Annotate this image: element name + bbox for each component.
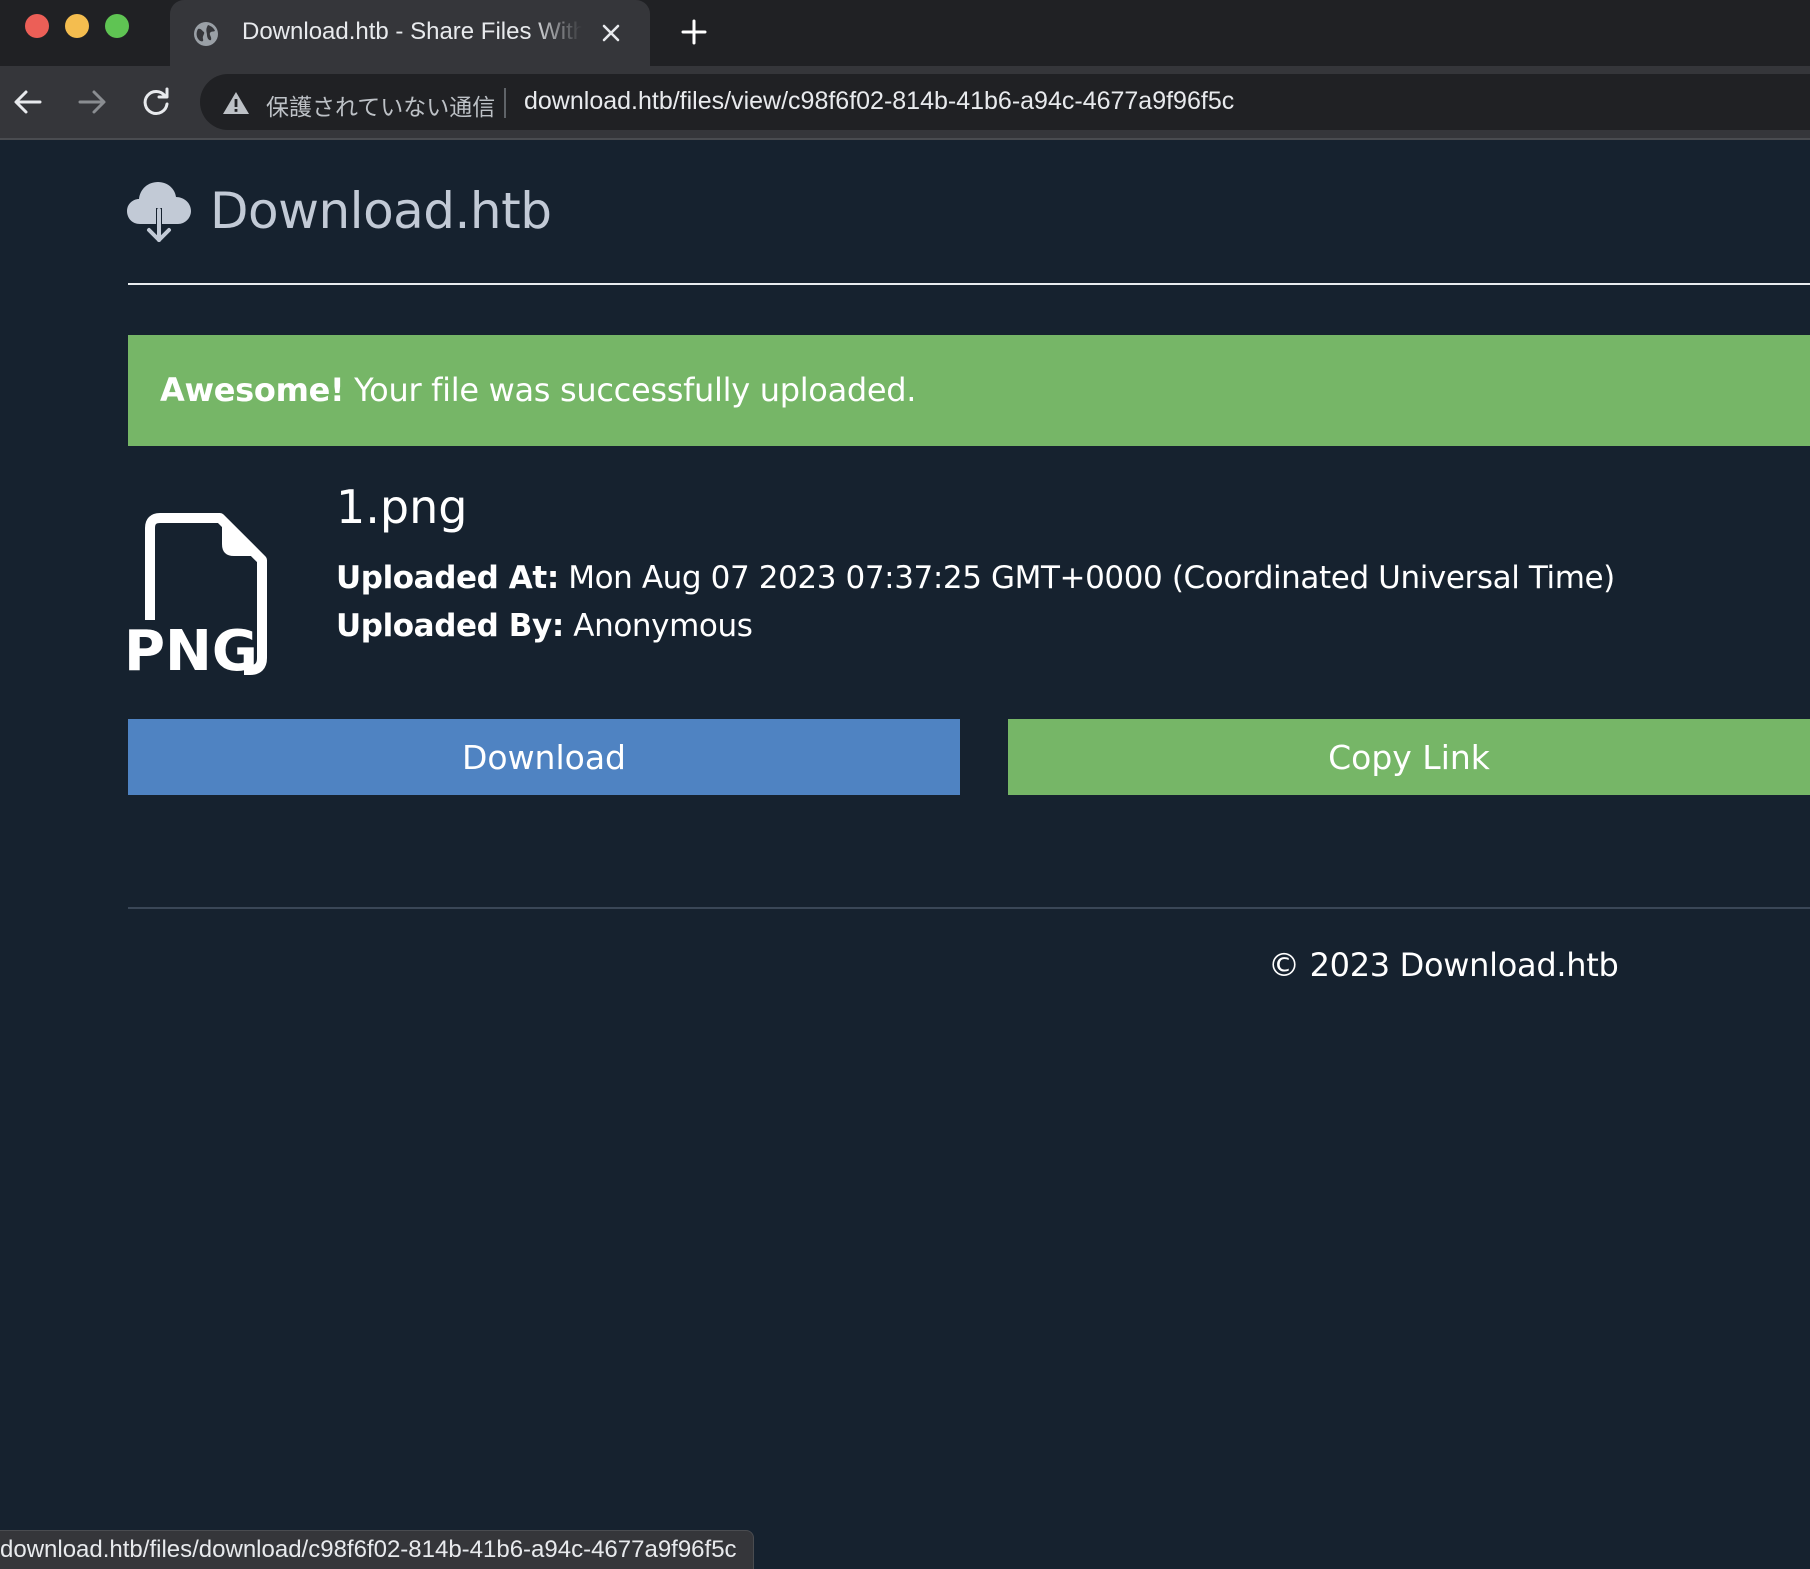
url-text[interactable]: download.htb/files/view/c98f6f02-814b-41… xyxy=(524,87,1234,116)
file-name: 1.png xyxy=(336,480,468,534)
reload-icon[interactable] xyxy=(138,84,174,120)
forward-arrow-icon[interactable] xyxy=(74,84,110,120)
footer-copyright: © 2023 Download.htb xyxy=(1268,946,1619,984)
browser-tab-bar: Download.htb - Share Files With Ease xyxy=(0,0,1810,66)
success-alert: Awesome! Your file was successfully uplo… xyxy=(128,335,1810,446)
address-separator xyxy=(504,88,506,118)
plus-icon[interactable] xyxy=(678,16,710,48)
page-content: Download.htb Awesome! Your file was succ… xyxy=(0,140,1810,1568)
alert-strong: Awesome! xyxy=(160,371,345,409)
window-minimize-button[interactable] xyxy=(65,14,89,38)
file-type-label: PNG xyxy=(124,619,258,684)
uploaded-by-value: Anonymous xyxy=(563,608,753,644)
site-title: Download.htb xyxy=(210,182,552,240)
footer-divider xyxy=(128,907,1810,909)
cloud-download-icon xyxy=(127,182,191,242)
security-status-label[interactable]: 保護されていない通信 xyxy=(266,88,495,122)
globe-icon xyxy=(194,22,218,46)
alert-message: Your file was successfully uploaded. xyxy=(344,371,917,409)
back-arrow-icon[interactable] xyxy=(10,84,46,120)
warning-icon[interactable] xyxy=(222,90,250,116)
uploaded-at-label: Uploaded At: xyxy=(336,560,559,596)
png-file-icon: PNG xyxy=(124,513,267,684)
copy-link-button[interactable]: Copy Link xyxy=(1008,719,1810,795)
browser-toolbar: 保護されていない通信 download.htb/files/view/c98f6… xyxy=(0,66,1810,140)
uploaded-by: Uploaded By: Anonymous xyxy=(336,608,753,644)
browser-tab[interactable]: Download.htb - Share Files With Ease xyxy=(170,0,650,66)
window-close-button[interactable] xyxy=(25,14,49,38)
close-icon[interactable] xyxy=(598,20,624,46)
uploaded-by-label: Uploaded By: xyxy=(336,608,564,644)
uploaded-at: Uploaded At: Mon Aug 07 2023 07:37:25 GM… xyxy=(336,560,1615,596)
site-brand[interactable]: Download.htb xyxy=(126,176,552,246)
link-status-bubble: download.htb/files/download/c98f6f02-814… xyxy=(0,1530,754,1569)
uploaded-at-value: Mon Aug 07 2023 07:37:25 GMT+0000 (Coord… xyxy=(558,560,1615,596)
tab-title: Download.htb - Share Files With Ease xyxy=(242,18,582,45)
window-maximize-button[interactable] xyxy=(105,14,129,38)
address-bar[interactable]: 保護されていない通信 download.htb/files/view/c98f6… xyxy=(200,74,1810,130)
download-button[interactable]: Download xyxy=(128,719,960,795)
header-divider xyxy=(128,283,1810,285)
